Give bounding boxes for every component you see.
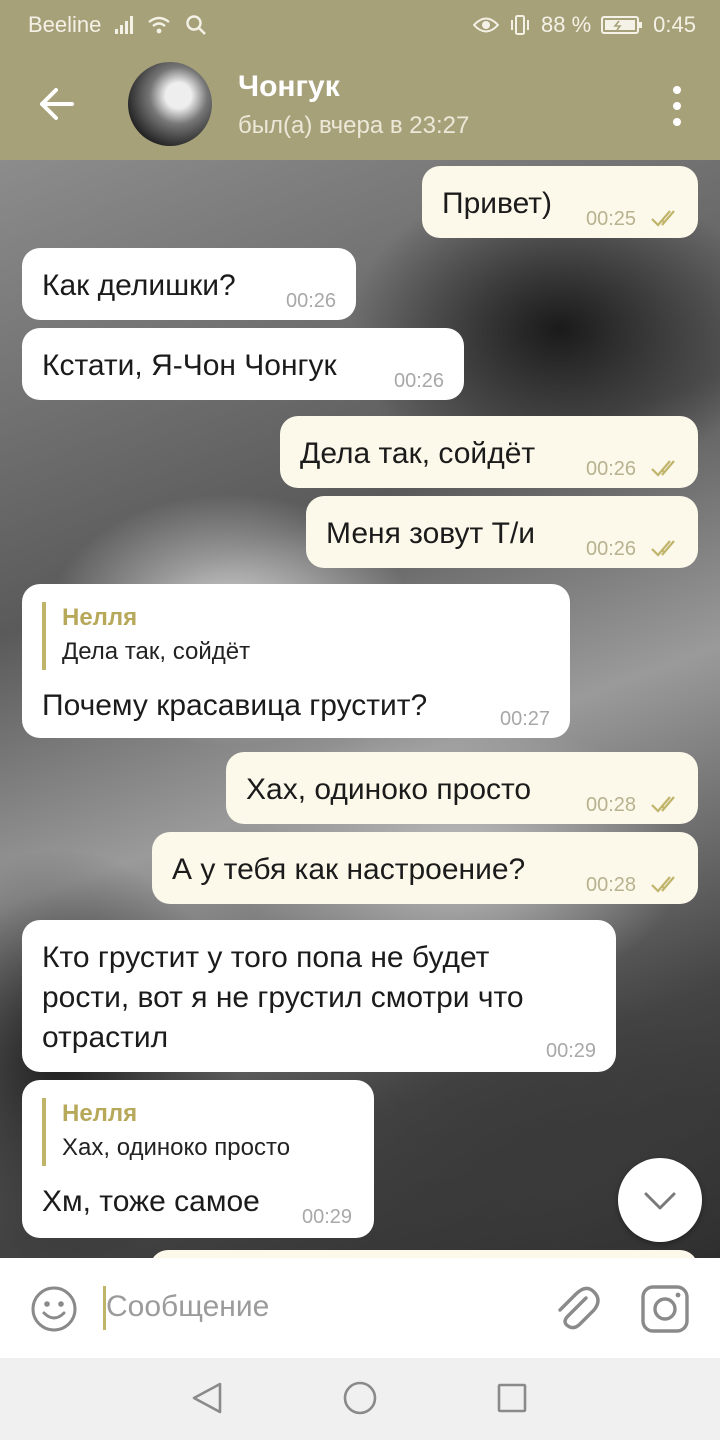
search-icon <box>186 15 207 35</box>
more-vert-icon[interactable] <box>670 86 684 126</box>
scroll-down-button[interactable] <box>618 1158 702 1242</box>
chevron-down-icon <box>644 1192 676 1210</box>
message-time: 00:29 <box>546 1040 597 1062</box>
reply-quote[interactable]: Нелля Дела так, сойдёт <box>42 602 250 670</box>
eye-icon <box>473 17 500 33</box>
reply-author: Нелля <box>62 1100 138 1127</box>
message-text: А у тебя как настроение? <box>172 853 526 886</box>
reply-quote[interactable]: Нелля Хах, одиноко просто <box>42 1098 290 1166</box>
message-input-bar: Сообщение <box>0 1258 720 1358</box>
emoji-icon[interactable] <box>30 1285 78 1333</box>
message-time: 00:26 <box>586 458 637 480</box>
double-check-icon <box>651 460 675 477</box>
message-outgoing[interactable]: Дела так, сойдёт 00:26 <box>280 416 698 488</box>
message-time: 00:29 <box>302 1206 353 1228</box>
status-bar: Beeline 88 % 0:45 <box>0 0 720 48</box>
message-incoming[interactable]: Кто грустит у того попа не будет рости, … <box>22 920 616 1072</box>
message-text: Хах, одиноко просто <box>246 773 532 806</box>
message-outgoing[interactable]: Хах, одиноко просто 00:28 <box>226 752 698 824</box>
double-check-icon <box>651 540 675 557</box>
message-text: Привет) <box>442 187 553 220</box>
signal-icon <box>115 16 134 34</box>
message-time: 00:26 <box>286 290 337 312</box>
clock: 0:45 <box>653 12 696 37</box>
message-incoming[interactable]: Как делишки? 00:26 <box>22 248 356 320</box>
message-line: рости, вот я не грустил смотри что <box>42 981 524 1014</box>
attach-icon[interactable] <box>552 1282 600 1334</box>
message-text: Почему красавица грустит? <box>42 689 428 722</box>
message-incoming[interactable]: Кстати, Я-Чон Чонгук 00:26 <box>22 328 464 400</box>
double-check-icon <box>651 796 675 813</box>
message-outgoing[interactable]: А у тебя как настроение? 00:28 <box>152 832 698 904</box>
message-time: 00:28 <box>586 794 637 816</box>
last-seen-status: был(а) вчера в 23:27 <box>238 112 470 139</box>
message-incoming-reply[interactable]: Нелля Хах, одиноко просто Хм, тоже самое… <box>22 1080 374 1238</box>
message-incoming-reply[interactable]: Нелля Дела так, сойдёт Почему красавица … <box>22 584 570 738</box>
double-check-icon <box>651 876 675 893</box>
reply-text: Хах, одиноко просто <box>62 1134 291 1161</box>
message-text: Меня зовут Т/и <box>326 517 536 550</box>
battery-icon <box>601 16 643 34</box>
message-input[interactable]: Сообщение <box>106 1290 269 1324</box>
message-time: 00:28 <box>586 874 637 896</box>
message-outgoing[interactable]: Меня зовут Т/и 00:26 <box>306 496 698 568</box>
message-list[interactable]: Привет) 00:25 Как делишки? 00:26 Кстати,… <box>0 160 720 1258</box>
camera-icon[interactable] <box>640 1284 690 1334</box>
message-text: Кстати, Я-Чон Чонгук <box>42 349 337 382</box>
message-text: Как делишки? <box>42 269 236 302</box>
message-line: Кто грустит у того попа не будет <box>42 941 490 974</box>
nav-back-icon[interactable] <box>190 1380 224 1416</box>
back-arrow-icon[interactable] <box>30 78 82 130</box>
message-time: 00:26 <box>586 538 637 560</box>
vibrate-icon <box>511 15 530 35</box>
nav-home-icon[interactable] <box>342 1380 378 1416</box>
carrier-label: Beeline <box>28 12 102 37</box>
chat-header: Чонгук был(а) вчера в 23:27 <box>0 48 720 160</box>
double-check-icon <box>651 210 675 227</box>
battery-percent: 88 % <box>541 12 592 37</box>
contact-name[interactable]: Чонгук <box>238 70 340 104</box>
message-time: 00:25 <box>586 208 637 230</box>
message-time: 00:27 <box>500 708 551 730</box>
message-line: отрастил <box>42 1021 169 1054</box>
message-text: Дела так, сойдёт <box>300 437 536 470</box>
system-nav-bar <box>0 1358 720 1440</box>
message-outgoing-partial[interactable] <box>150 1250 698 1258</box>
reply-text: Дела так, сойдёт <box>62 638 251 665</box>
message-text: Хм, тоже самое <box>42 1185 260 1218</box>
reply-author: Нелля <box>62 604 138 631</box>
message-time: 00:26 <box>394 370 445 392</box>
message-outgoing[interactable]: Привет) 00:25 <box>422 166 698 238</box>
nav-recent-icon[interactable] <box>496 1382 528 1414</box>
message-text: Кто грустит у того попа не будет рости, … <box>42 938 524 1058</box>
avatar[interactable] <box>128 62 212 146</box>
wifi-icon <box>148 16 171 34</box>
